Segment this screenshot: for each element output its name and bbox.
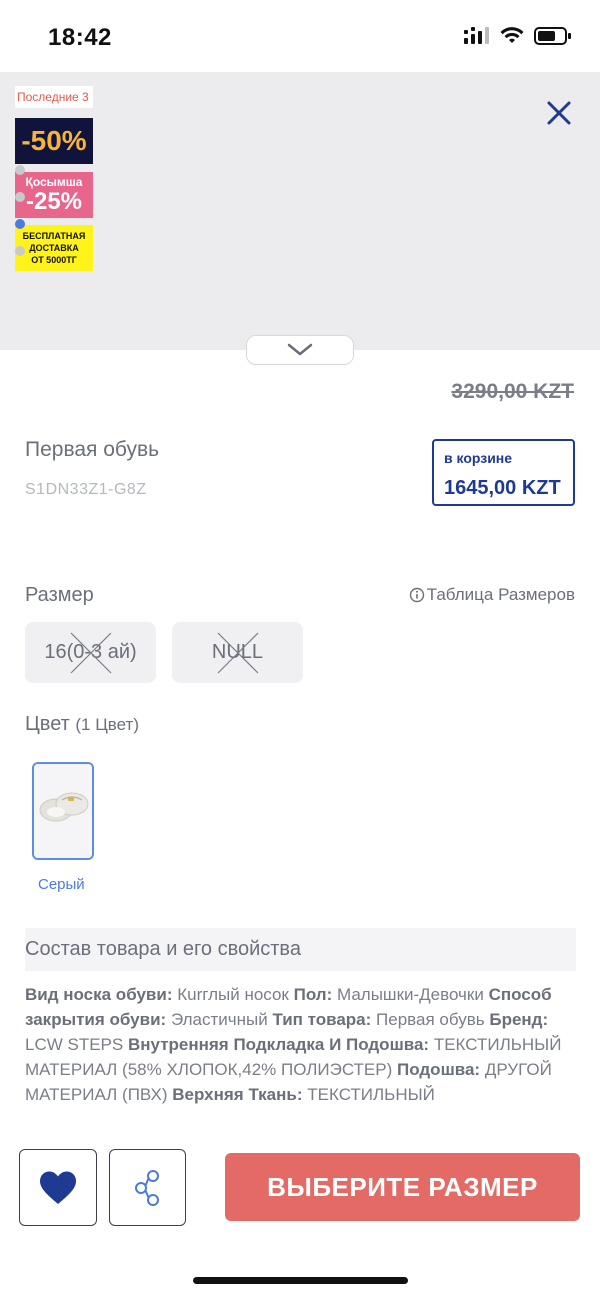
share-button[interactable] [109,1149,186,1226]
size-option-16[interactable]: 16(0-3 ай) [25,622,156,683]
home-indicator [193,1277,408,1284]
status-bar: 18:42 [0,0,600,72]
size-table-label: Таблица Размеров [426,585,575,604]
chevron-down-icon [287,343,313,356]
color-label-text: Цвет [25,713,70,735]
prop-key: Вид носка обуви: [25,985,173,1004]
favorite-button[interactable] [19,1149,97,1226]
shoe-thumbnail [34,764,92,858]
status-time: 18:42 [48,24,112,51]
gallery-dot-active[interactable] [15,219,25,229]
free-delivery-badge: БЕСПЛАТНАЯ ДОСТАВКА ОТ 5000ТГ [15,225,93,271]
prop-value: Кurглый носок [177,985,289,1004]
battery-icon [534,26,572,50]
discount-badge: -50% [15,118,93,164]
prop-value: ТЕКСТИЛЬНЫЙ [307,1085,435,1104]
old-price: 3290,00 KZT [451,380,574,403]
gallery-dot[interactable] [15,165,25,175]
cart-price: 1645,00 KZT [444,477,561,499]
free-delivery-line3: ОТ 5000ТГ [31,255,77,265]
prop-value: Малышки-Девочки [336,985,484,1004]
extra-discount-badge: Қосымша -25% [15,172,93,218]
heart-icon [40,1171,76,1204]
color-swatch-grey[interactable] [32,762,94,860]
cart-label: в корзине [444,450,513,466]
size-table-link[interactable]: Таблица Размеров [409,585,575,605]
prop-key: Внутренняя Подкладка И Подошва: [127,1035,430,1054]
signal-icon [464,26,490,50]
unavailable-cross-icon [70,632,111,673]
gallery-dot[interactable] [15,192,25,202]
size-option-null[interactable]: NULL [172,622,303,683]
product-title: Первая обувь [25,438,160,461]
extra-discount-label: Қосымша [25,175,83,189]
prop-value: Эластичный [170,1010,268,1029]
gallery-pagination[interactable] [15,165,25,273]
gallery-dot[interactable] [15,246,25,256]
composition-properties: Вид носка обуви: Кurглый носок Пол: Малы… [25,982,576,1130]
product-sku: S1DN33Z1-G8Z [25,481,147,498]
free-delivery-line2: ДОСТАВКА [29,243,79,253]
share-icon [134,1169,159,1206]
status-icons [464,26,572,50]
prop-key: Бренд: [489,1010,549,1029]
close-button[interactable] [544,98,574,128]
color-count: (1 Цвет) [75,715,139,734]
last-items-badge: Последние 3 [15,86,93,108]
expand-gallery-button[interactable] [246,335,354,365]
info-icon [409,587,424,603]
composition-header[interactable]: Состав товара и его свойства [25,928,576,971]
cart-price-box: в корзине 1645,00 KZT [432,439,575,506]
color-label: Цвет (1 Цвет) [25,713,139,736]
size-label: Размер [25,584,94,606]
unavailable-cross-icon [217,632,258,673]
select-size-button[interactable]: ВЫБЕРИТЕ РАЗМЕР [225,1153,580,1221]
prop-key: Пол: [293,985,333,1004]
promo-badges: Последние 3 -50% Қосымша -25% БЕСПЛАТНАЯ… [15,86,93,271]
color-name: Серый [38,876,85,893]
prop-value: Первая обувь [376,1010,485,1029]
close-icon [547,101,571,125]
prop-value: LCW STEPS [25,1035,124,1054]
product-gallery[interactable]: Последние 3 -50% Қосымша -25% БЕСПЛАТНАЯ… [0,72,600,365]
prop-key: Подошва: [397,1060,481,1079]
bottom-action-bar: ВЫБЕРИТЕ РАЗМЕР [0,1130,600,1297]
wifi-icon [500,26,524,50]
extra-discount-value: -25% [25,188,83,215]
free-delivery-line1: БЕСПЛАТНАЯ [22,231,86,241]
prop-key: Верхняя Ткань: [172,1085,303,1104]
prop-key: Тип товара: [272,1010,372,1029]
